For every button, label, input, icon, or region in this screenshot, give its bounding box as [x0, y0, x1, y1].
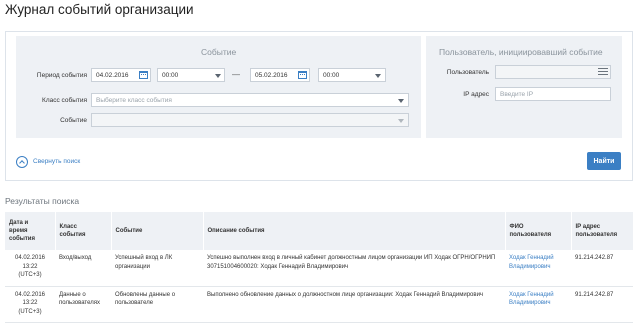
col-header-line: время	[9, 228, 28, 234]
table-header-row: Дата и время события Класс события Событ…	[5, 212, 634, 250]
cell-class: Вход/выход	[55, 250, 111, 287]
cell-datetime: 04.02.2016 13:22 (UTC+3)	[5, 286, 55, 323]
cell-time: 13:22	[22, 300, 38, 306]
results-table: Дата и время события Класс события Событ…	[5, 212, 634, 323]
cell-description: Успешно выполнен вход в личный кабинет д…	[203, 250, 505, 287]
event-select[interactable]	[91, 113, 409, 127]
calendar-from-icon[interactable]	[139, 71, 148, 79]
col-header-description[interactable]: Описание события	[203, 212, 506, 250]
cell-time: 13:22	[22, 263, 38, 270]
col-header-line: пользователя	[509, 232, 552, 238]
col-header-fio[interactable]: ФИО пользователя	[505, 212, 572, 250]
col-header-datetime[interactable]: Дата и время события	[5, 212, 56, 250]
cell-datetime: 04.02.2016 13:22 (UTC+3)	[5, 250, 55, 287]
col-header-line: пользователя	[575, 232, 618, 238]
col-header-line: события	[9, 236, 35, 242]
cell-ip: 91.214.242.87	[571, 250, 633, 287]
time-from-value: 00:00	[162, 72, 179, 79]
col-header-line: ФИО	[509, 224, 524, 230]
cell-ip: 91.214.242.87	[571, 286, 633, 323]
col-header-event[interactable]: Событие	[111, 212, 204, 250]
find-button[interactable]: Найти	[587, 152, 621, 170]
period-dash: —	[232, 70, 240, 79]
col-header-ip[interactable]: IP адрес пользователя	[571, 212, 634, 250]
event-label: Событие	[60, 117, 87, 124]
cell-tz: (UTC+3)	[18, 272, 42, 278]
table-row[interactable]: 04.02.2016 13:22 (UTC+3) Данные о пользо…	[5, 286, 633, 323]
cell-date: 04.02.2016	[14, 255, 46, 261]
user-section-title: Пользователь, инициировавший событие	[439, 47, 603, 57]
col-header-line: Класс	[59, 224, 77, 230]
ip-label: IP адрес	[463, 91, 489, 98]
ip-input[interactable]: Введите IP	[495, 87, 611, 101]
cell-fio-link[interactable]: Ходак Геннадий Владимирович	[505, 250, 571, 287]
col-header-class[interactable]: Класс события	[55, 212, 112, 250]
collapse-search-link[interactable]: Свернуть поиск	[33, 158, 80, 165]
cell-description: Выполнено обновление данных о должностно…	[203, 286, 505, 323]
col-header-line: события	[59, 232, 86, 238]
cell-event: Успешный вход в ЛК организации	[111, 250, 203, 287]
cell-date: 04.02.2016	[14, 291, 46, 298]
cell-fio-link[interactable]: Ходак Геннадий Владимирович	[505, 286, 571, 323]
chevron-down-icon	[215, 74, 221, 78]
calendar-to-icon[interactable]	[298, 71, 307, 79]
date-from-value: 04.02.2016	[96, 72, 129, 79]
event-filter-section: Событие Период события 04.02.2016 00:00 …	[16, 36, 421, 138]
chevron-down-icon	[398, 99, 404, 103]
cell-class: Данные о пользователях	[55, 286, 111, 323]
time-to-value: 00:00	[323, 72, 340, 79]
col-header-line: IP адрес	[575, 224, 601, 230]
results-title: Результаты поиска	[5, 196, 80, 206]
user-label: Пользователь	[446, 69, 489, 76]
ip-placeholder: Введите IP	[500, 91, 534, 98]
menu-icon[interactable]	[598, 68, 608, 75]
class-select[interactable]: Выберите класс события	[91, 93, 409, 107]
chevron-up-circle-icon[interactable]	[16, 156, 28, 168]
user-input[interactable]	[495, 65, 611, 79]
cell-tz: (UTC+3)	[18, 308, 42, 315]
user-filter-section: Пользователь, инициировавший событие Пол…	[426, 36, 622, 138]
cell-event: Обновлены данные о пользователе	[111, 286, 203, 323]
table-row[interactable]: 04.02.2016 13:22 (UTC+3) Вход/выход Успе…	[5, 250, 633, 287]
date-to-value: 05.02.2016	[255, 72, 288, 79]
class-label: Класс события	[42, 97, 87, 104]
class-placeholder: Выберите класс события	[96, 97, 172, 104]
chevron-down-icon	[398, 119, 404, 123]
chevron-down-icon	[375, 74, 381, 78]
period-label: Период события	[36, 72, 87, 79]
page-title: Журнал событий организации	[5, 2, 194, 17]
search-panel: Событие Период события 04.02.2016 00:00 …	[5, 31, 633, 181]
col-header-line: Дата и	[9, 220, 29, 226]
event-section-title: Событие	[201, 47, 237, 57]
